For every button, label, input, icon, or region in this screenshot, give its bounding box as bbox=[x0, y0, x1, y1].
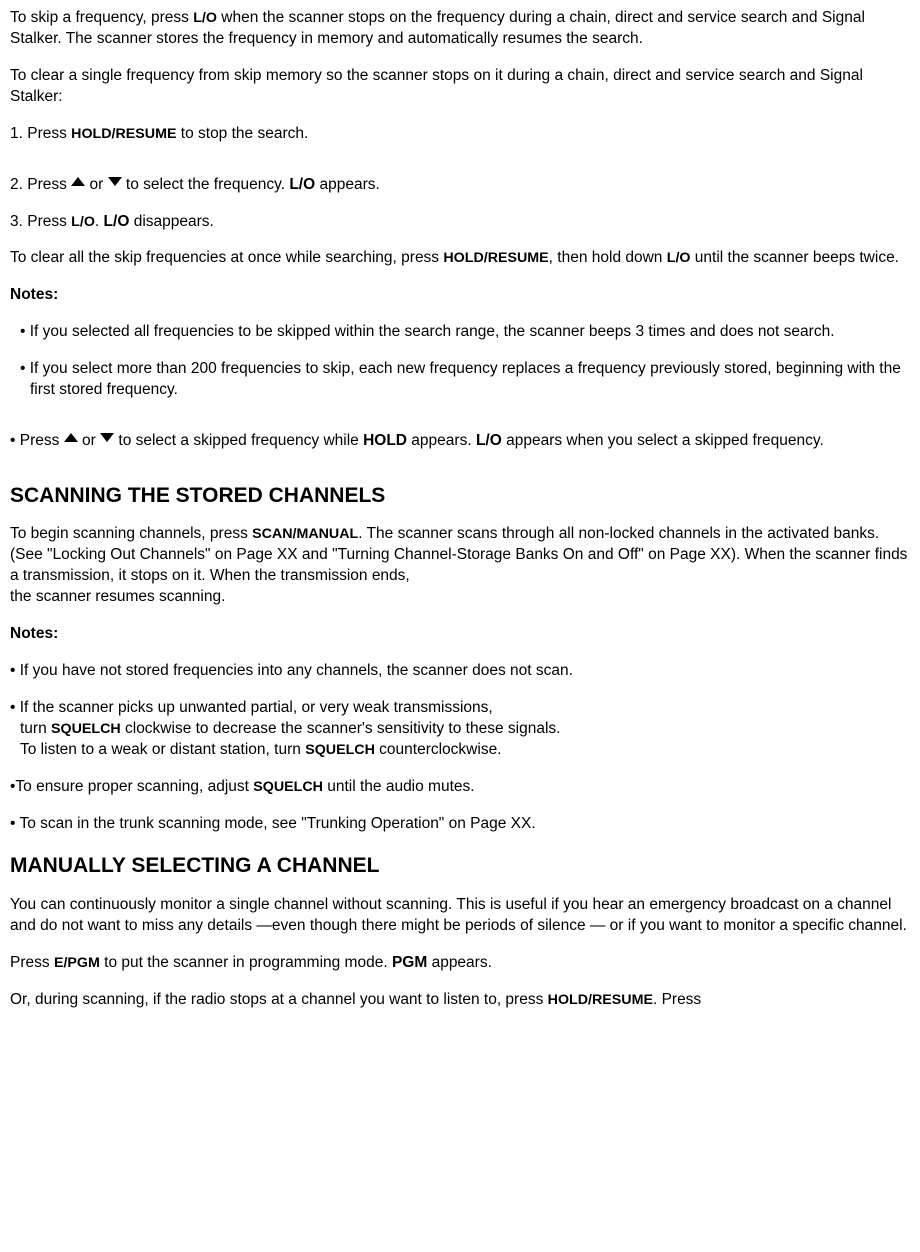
step-1: 1. Press HOLD/RESUME to stop the search. bbox=[10, 124, 910, 145]
key-squelch: SQUELCH bbox=[305, 742, 375, 758]
key-lo: L/O bbox=[104, 213, 130, 230]
text: To skip a frequency, press bbox=[10, 9, 193, 26]
text: . bbox=[95, 213, 104, 230]
note-2: • If you select more than 200 frequencie… bbox=[10, 359, 910, 401]
text: 2. Press bbox=[10, 176, 71, 193]
text: clockwise to decrease the scanner's sens… bbox=[121, 720, 561, 737]
text: To listen to a weak or distant station, … bbox=[20, 741, 305, 758]
scan-note-3: •To ensure proper scanning, adjust SQUEL… bbox=[10, 777, 910, 798]
key-lo: L/O bbox=[193, 10, 217, 26]
text: to put the scanner in programming mode. bbox=[100, 954, 392, 971]
down-arrow-icon bbox=[108, 177, 122, 186]
key-hold: HOLD bbox=[363, 432, 407, 449]
text: 1. Press bbox=[10, 125, 71, 142]
text: Press bbox=[10, 954, 54, 971]
heading-manual-select: MANUALLY SELECTING A CHANNEL bbox=[10, 852, 910, 880]
text: Or, during scanning, if the radio stops … bbox=[10, 991, 548, 1008]
key-hold-resume: HOLD/RESUME bbox=[443, 250, 548, 266]
step-3: 3. Press L/O. L/O disappears. bbox=[10, 212, 910, 233]
paragraph-scan-channels: To begin scanning channels, press SCAN/M… bbox=[10, 524, 910, 608]
up-arrow-icon bbox=[71, 177, 85, 186]
text: until the audio mutes. bbox=[323, 778, 475, 795]
text: disappears. bbox=[129, 213, 213, 230]
note-1: • If you selected all frequencies to be … bbox=[10, 322, 910, 343]
text: 3. Press bbox=[10, 213, 71, 230]
key-hold-resume: HOLD/RESUME bbox=[548, 992, 653, 1008]
text: to select a skipped frequency while bbox=[114, 432, 363, 449]
notes-heading-2: Notes: bbox=[10, 624, 910, 645]
key-lo: L/O bbox=[476, 432, 502, 449]
text: or bbox=[78, 432, 100, 449]
paragraph-manual-select: You can continuously monitor a single ch… bbox=[10, 895, 910, 937]
heading-scanning-stored: SCANNING THE STORED CHANNELS bbox=[10, 482, 910, 510]
key-hold-resume: HOLD/RESUME bbox=[71, 126, 176, 142]
scan-note-4: • To scan in the trunk scanning mode, se… bbox=[10, 814, 910, 835]
text: To begin scanning channels, press bbox=[10, 525, 252, 542]
text: To clear all the skip frequencies at onc… bbox=[10, 249, 443, 266]
text: to select the frequency. bbox=[122, 176, 290, 193]
key-pgm: PGM bbox=[392, 954, 427, 971]
note-3: • Press or to select a skipped frequency… bbox=[10, 431, 910, 452]
scan-note-2: • If the scanner picks up unwanted parti… bbox=[10, 698, 910, 761]
key-lo: L/O bbox=[667, 250, 691, 266]
paragraph-clear-single: To clear a single frequency from skip me… bbox=[10, 66, 910, 108]
notes-heading: Notes: bbox=[10, 285, 910, 306]
text: appears. bbox=[315, 176, 380, 193]
key-lo: L/O bbox=[71, 214, 95, 230]
key-squelch: SQUELCH bbox=[253, 779, 323, 795]
paragraph-during-scanning: Or, during scanning, if the radio stops … bbox=[10, 990, 910, 1011]
scan-note-1: • If you have not stored frequencies int… bbox=[10, 661, 910, 682]
key-lo: L/O bbox=[289, 176, 315, 193]
text: • If the scanner picks up unwanted parti… bbox=[10, 699, 493, 716]
text: appears. bbox=[407, 432, 476, 449]
text: •To ensure proper scanning, adjust bbox=[10, 778, 253, 795]
key-epgm: E/PGM bbox=[54, 955, 100, 971]
text: • Press bbox=[10, 432, 64, 449]
text: to stop the search. bbox=[176, 125, 308, 142]
paragraph-epgm: Press E/PGM to put the scanner in progra… bbox=[10, 953, 910, 974]
text: turn bbox=[20, 720, 51, 737]
text: • If you select more than 200 frequencie… bbox=[20, 360, 901, 398]
text: You can continuously monitor a single ch… bbox=[10, 896, 907, 934]
step-2: 2. Press or to select the frequency. L/O… bbox=[10, 175, 910, 196]
text: • If you have not stored frequencies int… bbox=[10, 662, 573, 679]
text: appears. bbox=[427, 954, 492, 971]
text: To clear a single frequency from skip me… bbox=[10, 67, 863, 105]
key-scan-manual: SCAN/MANUAL bbox=[252, 526, 358, 542]
text: • If you selected all frequencies to be … bbox=[20, 323, 835, 340]
text: , then hold down bbox=[549, 249, 667, 266]
text: counterclockwise. bbox=[375, 741, 502, 758]
text: • To scan in the trunk scanning mode, se… bbox=[10, 815, 536, 832]
text: until the scanner beeps twice. bbox=[690, 249, 899, 266]
paragraph-skip-freq: To skip a frequency, press L/O when the … bbox=[10, 8, 910, 50]
text: appears when you select a skipped freque… bbox=[502, 432, 824, 449]
text: or bbox=[85, 176, 107, 193]
down-arrow-icon bbox=[100, 433, 114, 442]
key-squelch: SQUELCH bbox=[51, 721, 121, 737]
text: . Press bbox=[653, 991, 701, 1008]
paragraph-clear-all: To clear all the skip frequencies at onc… bbox=[10, 248, 910, 269]
up-arrow-icon bbox=[64, 433, 78, 442]
text: the scanner resumes scanning. bbox=[10, 588, 225, 605]
